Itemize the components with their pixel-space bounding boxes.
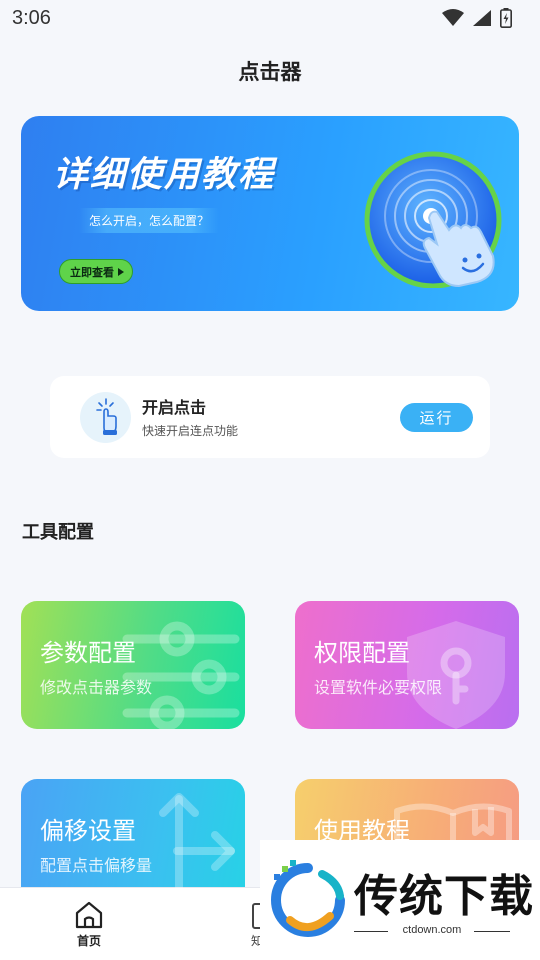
params-config-card[interactable]: 参数配置 修改点击器参数 bbox=[21, 601, 245, 729]
watermark-line-right bbox=[474, 931, 510, 932]
tap-finger-icon bbox=[80, 392, 131, 443]
permission-config-subtitle: 设置软件必要权限 bbox=[314, 678, 443, 697]
start-click-title: 开启点击 bbox=[142, 398, 207, 417]
nav-home-label: 首页 bbox=[76, 934, 101, 948]
move-arrows-icon bbox=[159, 793, 235, 901]
status-bar: 3:06 bbox=[0, 0, 540, 36]
page-title: 点击器 bbox=[238, 60, 302, 84]
params-config-title: 参数配置 bbox=[40, 639, 136, 667]
watermark-url: ctdown.com bbox=[402, 924, 462, 936]
status-time: 3:06 bbox=[12, 6, 51, 29]
permission-config-card[interactable]: 权限配置 设置软件必要权限 bbox=[295, 601, 519, 729]
touch-hand-icon bbox=[364, 151, 502, 288]
start-click-card: 开启点击 快速开启连点功能 运行 bbox=[50, 376, 490, 458]
shield-key-icon bbox=[407, 621, 505, 729]
cellular-signal-icon bbox=[473, 10, 491, 26]
tutorial-title: 使用教程 bbox=[314, 817, 410, 845]
start-click-subtitle: 快速开启连点功能 bbox=[142, 424, 239, 438]
banner-subtitle: 怎么开启，怎么配置？ bbox=[79, 208, 220, 233]
banner-title: 详细使用教程 bbox=[53, 155, 276, 195]
tools-section-title: 工具配置 bbox=[22, 522, 94, 543]
battery-icon bbox=[500, 8, 512, 28]
offset-settings-title: 偏移设置 bbox=[40, 817, 136, 845]
view-now-button[interactable]: 立即查看 bbox=[59, 259, 133, 284]
home-icon bbox=[75, 901, 103, 929]
params-config-subtitle: 修改点击器参数 bbox=[40, 678, 153, 697]
view-now-label: 立即查看 bbox=[70, 265, 114, 279]
permission-config-title: 权限配置 bbox=[314, 639, 410, 667]
tutorial-banner[interactable]: 详细使用教程 怎么开启，怎么配置？ 立即查看 bbox=[21, 116, 519, 311]
play-arrow-icon bbox=[118, 267, 124, 276]
wifi-icon bbox=[442, 9, 464, 26]
watermark-logo bbox=[271, 860, 345, 937]
run-button[interactable]: 运行 bbox=[400, 403, 473, 432]
status-icons bbox=[442, 8, 512, 28]
offset-settings-subtitle: 配置点击偏移量 bbox=[40, 856, 153, 875]
nav-item-home[interactable]: 首页 bbox=[64, 900, 114, 954]
